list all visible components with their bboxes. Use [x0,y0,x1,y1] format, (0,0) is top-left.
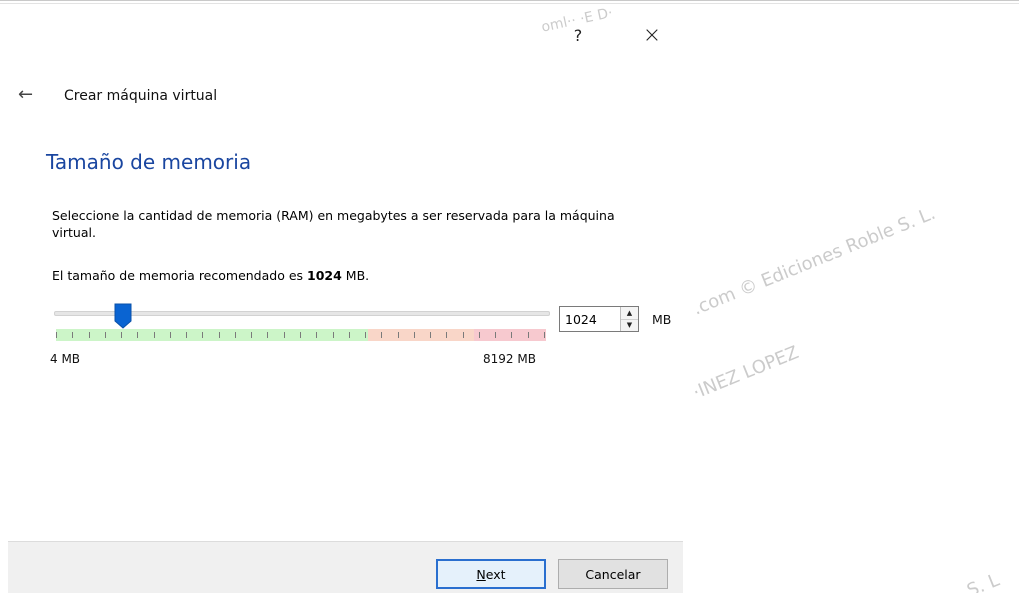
slider-tick [137,332,138,338]
slider-tick [251,332,252,338]
window-top-border [0,0,1019,4]
slider-tick [72,332,73,338]
recommended-value: 1024 [307,268,342,283]
slider-tick [89,332,90,338]
slider-tick [528,332,529,338]
watermark-text-1: .com © Ediciones Roble S. L. [690,202,939,320]
slider-tick [170,332,171,338]
next-button[interactable]: Next [436,559,546,589]
spin-buttons: ▲ ▼ [620,307,638,331]
wizard-title: Crear máquina virtual [64,88,218,104]
slider-tick [219,332,220,338]
close-button[interactable]: × [638,23,666,48]
slider-handle[interactable] [114,303,132,329]
slider-tick [300,332,301,338]
memory-value-input[interactable] [560,307,620,331]
memory-unit-label: MB [652,312,672,327]
spin-up-icon[interactable]: ▲ [621,307,638,319]
section-title: Tamaño de memoria [46,150,252,174]
slider-tick [349,332,350,338]
button-bar: Next Cancelar [8,541,683,593]
slider-tick [544,332,545,338]
slider-tick [365,332,366,338]
slider-tick [316,332,317,338]
watermark-text-2: ·INEZ LOPEZ [690,342,802,404]
help-button[interactable]: ? [564,24,592,46]
slider-tick [398,332,399,338]
slider-tick [495,332,496,338]
slider-tick [105,332,106,338]
slider-tick [333,332,334,338]
slider-tick [430,332,431,338]
slider-tick [511,332,512,338]
memory-max-label: 8192 MB [483,352,536,366]
slider-tick [267,332,268,338]
recommended-suffix: MB. [341,268,370,283]
cancel-button-label: Cancelar [585,566,641,582]
recommended-prefix: El tamaño de memoria recomendado es [52,268,308,283]
slider-handle-icon [114,303,132,329]
memory-min-label: 4 MB [50,352,81,366]
slider-tick [414,332,415,338]
slider-tick [186,332,187,338]
memory-slider[interactable] [54,300,550,346]
cancel-button[interactable]: Cancelar [558,559,668,589]
slider-tick [235,332,236,338]
slider-tick [202,332,203,338]
next-button-label: Next [476,566,506,582]
slider-tick [479,332,480,338]
memory-description: Seleccione la cantidad de memoria (RAM) … [52,208,615,240]
slider-tick [446,332,447,338]
slider-tick [284,332,285,338]
watermark-text-4: S. L [964,569,1003,593]
slider-tick [56,332,57,338]
memory-spinbox[interactable]: ▲ ▼ [559,306,639,332]
spin-down-icon[interactable]: ▼ [621,318,638,331]
slider-tick [121,332,122,338]
slider-tick [381,332,382,338]
recommended-memory-text: El tamaño de memoria recomendado es 1024… [52,268,369,283]
back-arrow-button[interactable]: ← [18,84,33,105]
slider-tick [154,332,155,338]
slider-tick [463,332,464,338]
slider-ticks [56,329,546,341]
